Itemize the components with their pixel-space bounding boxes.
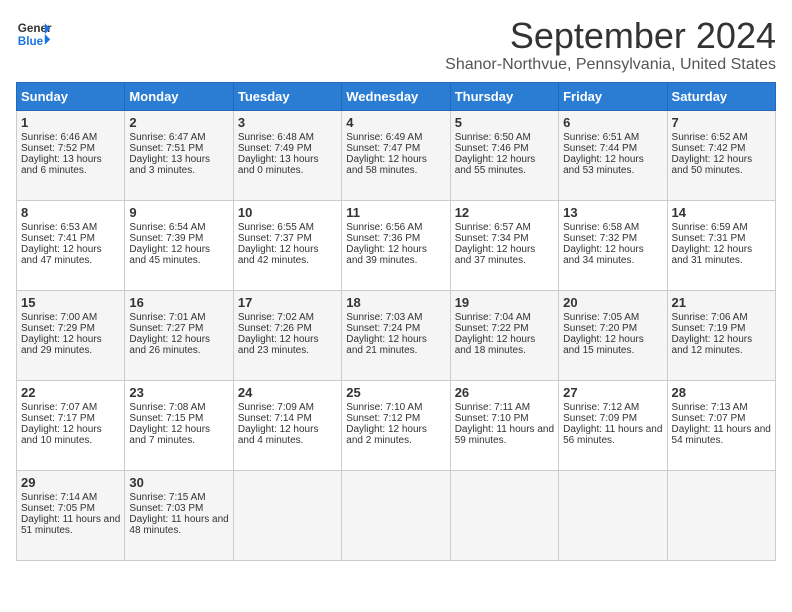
table-row: 2Sunrise: 6:47 AMSunset: 7:51 PMDaylight… — [125, 110, 233, 200]
col-friday: Friday — [559, 82, 667, 110]
table-row: 10Sunrise: 6:55 AMSunset: 7:37 PMDayligh… — [233, 200, 341, 290]
table-row: 13Sunrise: 6:58 AMSunset: 7:32 PMDayligh… — [559, 200, 667, 290]
table-row: 23Sunrise: 7:08 AMSunset: 7:15 PMDayligh… — [125, 380, 233, 470]
table-row — [450, 470, 558, 560]
table-row: 4Sunrise: 6:49 AMSunset: 7:47 PMDaylight… — [342, 110, 450, 200]
table-row: 8Sunrise: 6:53 AMSunset: 7:41 PMDaylight… — [17, 200, 125, 290]
table-row: 3Sunrise: 6:48 AMSunset: 7:49 PMDaylight… — [233, 110, 341, 200]
table-row: 30Sunrise: 7:15 AMSunset: 7:03 PMDayligh… — [125, 470, 233, 560]
table-row: 15Sunrise: 7:00 AMSunset: 7:29 PMDayligh… — [17, 290, 125, 380]
table-row: 24Sunrise: 7:09 AMSunset: 7:14 PMDayligh… — [233, 380, 341, 470]
month-title: September 2024 — [445, 16, 776, 56]
table-row: 26Sunrise: 7:11 AMSunset: 7:10 PMDayligh… — [450, 380, 558, 470]
table-row: 12Sunrise: 6:57 AMSunset: 7:34 PMDayligh… — [450, 200, 558, 290]
col-saturday: Saturday — [667, 82, 775, 110]
table-row: 7Sunrise: 6:52 AMSunset: 7:42 PMDaylight… — [667, 110, 775, 200]
table-row — [342, 470, 450, 560]
table-row: 22Sunrise: 7:07 AMSunset: 7:17 PMDayligh… — [17, 380, 125, 470]
table-row: 29Sunrise: 7:14 AMSunset: 7:05 PMDayligh… — [17, 470, 125, 560]
table-row — [233, 470, 341, 560]
table-row — [559, 470, 667, 560]
calendar-header-row: Sunday Monday Tuesday Wednesday Thursday… — [17, 82, 776, 110]
table-row: 9Sunrise: 6:54 AMSunset: 7:39 PMDaylight… — [125, 200, 233, 290]
table-row: 27Sunrise: 7:12 AMSunset: 7:09 PMDayligh… — [559, 380, 667, 470]
header: General Blue September 2024 Shanor-North… — [16, 16, 776, 74]
calendar-table: Sunday Monday Tuesday Wednesday Thursday… — [16, 82, 776, 561]
table-row: 17Sunrise: 7:02 AMSunset: 7:26 PMDayligh… — [233, 290, 341, 380]
logo-icon: General Blue — [16, 16, 52, 52]
table-row: 6Sunrise: 6:51 AMSunset: 7:44 PMDaylight… — [559, 110, 667, 200]
table-row: 18Sunrise: 7:03 AMSunset: 7:24 PMDayligh… — [342, 290, 450, 380]
col-wednesday: Wednesday — [342, 82, 450, 110]
table-row: 5Sunrise: 6:50 AMSunset: 7:46 PMDaylight… — [450, 110, 558, 200]
location: Shanor-Northvue, Pennsylvania, United St… — [445, 56, 776, 74]
table-row: 25Sunrise: 7:10 AMSunset: 7:12 PMDayligh… — [342, 380, 450, 470]
col-thursday: Thursday — [450, 82, 558, 110]
table-row: 14Sunrise: 6:59 AMSunset: 7:31 PMDayligh… — [667, 200, 775, 290]
table-row: 21Sunrise: 7:06 AMSunset: 7:19 PMDayligh… — [667, 290, 775, 380]
col-sunday: Sunday — [17, 82, 125, 110]
logo: General Blue — [16, 16, 52, 52]
table-row: 1Sunrise: 6:46 AMSunset: 7:52 PMDaylight… — [17, 110, 125, 200]
table-row: 20Sunrise: 7:05 AMSunset: 7:20 PMDayligh… — [559, 290, 667, 380]
title-area: September 2024 Shanor-Northvue, Pennsylv… — [445, 16, 776, 74]
col-tuesday: Tuesday — [233, 82, 341, 110]
table-row — [667, 470, 775, 560]
svg-text:Blue: Blue — [18, 35, 44, 48]
table-row: 28Sunrise: 7:13 AMSunset: 7:07 PMDayligh… — [667, 380, 775, 470]
table-row: 11Sunrise: 6:56 AMSunset: 7:36 PMDayligh… — [342, 200, 450, 290]
table-row: 16Sunrise: 7:01 AMSunset: 7:27 PMDayligh… — [125, 290, 233, 380]
table-row: 19Sunrise: 7:04 AMSunset: 7:22 PMDayligh… — [450, 290, 558, 380]
col-monday: Monday — [125, 82, 233, 110]
